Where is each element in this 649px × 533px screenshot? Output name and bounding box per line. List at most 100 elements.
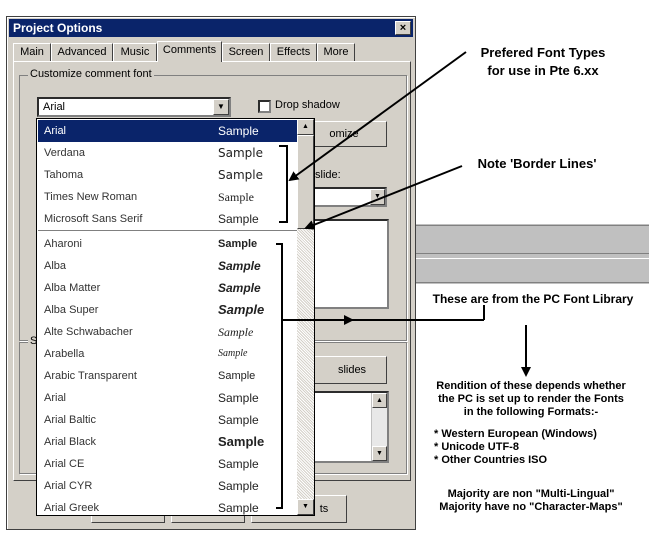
font-name: Alba xyxy=(44,260,67,272)
font-list-item[interactable]: Alba Matter Sample xyxy=(38,277,297,299)
annotation-text: Rendition of these depends whether xyxy=(436,380,626,392)
font-list-item[interactable]: Aharoni Sample xyxy=(38,233,297,255)
desktop-line xyxy=(416,282,649,283)
annotation-text: Prefered Font Types xyxy=(480,45,606,60)
lower-text-box[interactable]: ▲ ▼ xyxy=(307,391,389,463)
font-sample: Sample xyxy=(218,238,258,250)
font-list-item[interactable]: Arabella Sample xyxy=(38,343,297,365)
tab-music[interactable]: Music xyxy=(113,43,157,61)
annotation-formats: * Western European (Windows) * Unicode U… xyxy=(434,428,634,467)
font-sample: Sample xyxy=(218,479,259,493)
font-sample: Sample xyxy=(218,302,265,317)
font-sample: Sample xyxy=(218,434,265,449)
font-sample: Sample xyxy=(218,370,256,382)
font-sample: Sample xyxy=(218,391,259,405)
tab-more[interactable]: More xyxy=(317,43,355,61)
font-list-item[interactable]: Microsoft Sans Serif Sample xyxy=(38,208,297,230)
font-name: Arial xyxy=(44,392,67,404)
font-list-item[interactable]: Tahoma Sample xyxy=(38,164,297,186)
font-list-item[interactable]: Arial CYR Sample xyxy=(38,475,297,497)
font-sample: Sample xyxy=(218,124,259,138)
annotation-majority: Majority are non "Multi-Lingual" Majorit… xyxy=(420,488,642,514)
font-list-item[interactable]: Verdana Sample xyxy=(38,142,297,164)
tab-main[interactable]: Main xyxy=(13,43,51,61)
font-list-item[interactable]: Alba Super Sample xyxy=(38,299,297,321)
font-list-item[interactable]: Alba Sample xyxy=(38,255,297,277)
chevron-up-icon[interactable]: ▲ xyxy=(372,393,387,408)
chevron-down-icon[interactable]: ▼ xyxy=(297,499,314,515)
font-list-item[interactable]: Arial Sample xyxy=(38,387,297,409)
font-list-item[interactable]: Arial Sample xyxy=(38,120,297,142)
annotation-text: * Unicode UTF-8 xyxy=(434,441,519,453)
tab-advanced[interactable]: Advanced xyxy=(51,43,113,61)
font-name: Aharoni xyxy=(44,238,82,250)
font-list-item[interactable]: Arial CE Sample xyxy=(38,453,297,475)
font-sample: Sample xyxy=(218,168,263,182)
chevron-down-icon[interactable]: ▼ xyxy=(372,446,387,461)
annotation-text: Majority are non "Multi-Lingual" xyxy=(447,488,615,500)
font-name: Arial Black xyxy=(44,436,96,448)
scrollbar[interactable]: ▲ ▼ xyxy=(371,393,387,461)
font-name: Arial CE xyxy=(44,458,85,470)
preview-box xyxy=(307,219,389,309)
font-sample: Sample xyxy=(218,281,261,295)
font-dropdown-list[interactable]: ▲ ▼ Arial Sample Verdana Sample Tahoma Sample… xyxy=(36,118,315,516)
scroll-thumb[interactable] xyxy=(297,135,314,229)
font-name: Times New Roman xyxy=(44,191,138,203)
font-sample: Sample xyxy=(218,348,248,359)
chevron-down-icon[interactable]: ▼ xyxy=(370,189,385,205)
font-name: Arial CYR xyxy=(44,480,93,492)
font-name: Arial xyxy=(44,125,67,137)
annotation-text: in the following Formats:- xyxy=(463,406,599,418)
font-name: Arabic Transparent xyxy=(44,370,137,382)
font-list-item[interactable]: Alte Schwabacher Sample xyxy=(38,321,297,343)
chevron-down-icon[interactable]: ▼ xyxy=(213,99,229,115)
font-name: Alte Schwabacher xyxy=(44,326,133,338)
font-list-item[interactable]: Arabic Transparent Sample xyxy=(38,365,297,387)
font-sample: Sample xyxy=(218,212,259,226)
tab-comments[interactable]: Comments xyxy=(157,41,222,62)
tab-effects[interactable]: Effects xyxy=(270,43,317,61)
chevron-up-icon[interactable]: ▲ xyxy=(297,119,314,135)
font-sample: Sample xyxy=(218,413,259,427)
tab-screen[interactable]: Screen xyxy=(222,43,270,61)
dropdown-scrollbar[interactable]: ▲ ▼ xyxy=(297,119,314,515)
close-button[interactable]: × xyxy=(395,21,411,35)
customize-button-label: omize xyxy=(329,128,359,140)
font-sample: Sample xyxy=(218,501,259,515)
annotation-border-lines: Note 'Border Lines' xyxy=(477,156,597,171)
font-combo-value: Arial xyxy=(43,101,66,113)
slides-button-label: slides xyxy=(337,364,367,376)
slide-label: slide: xyxy=(315,169,341,181)
font-sample: Sample xyxy=(218,190,254,204)
desktop-background xyxy=(416,224,649,284)
font-name: Alba Super xyxy=(44,304,99,316)
annotation-text: for use in Pte 6.xx xyxy=(487,63,599,78)
annotation-preferred: Prefered Font Types for use in Pte 6.xx xyxy=(448,44,638,80)
font-name: Verdana xyxy=(44,147,85,159)
font-list-item[interactable]: Times New Roman Sample xyxy=(38,186,297,208)
annotation-pc-library: These are from the PC Font Library xyxy=(432,292,634,306)
font-list-item[interactable]: Arial Baltic Sample xyxy=(38,409,297,431)
title-bar: Project Options × xyxy=(9,19,413,37)
desktop-line xyxy=(416,258,649,259)
font-sample: Sample xyxy=(218,146,263,160)
font-name: Arabella xyxy=(44,348,85,360)
desktop-line xyxy=(416,225,649,226)
font-list-item[interactable]: Arial Black Sample xyxy=(38,431,297,453)
annotation-text: * Other Countries ISO xyxy=(434,454,548,466)
annotation-text: Majority have no "Character-Maps" xyxy=(439,501,623,513)
window-title: Project Options xyxy=(13,21,103,35)
font-sample: Sample xyxy=(218,325,254,339)
font-name: Tahoma xyxy=(44,169,84,181)
font-name: Arial Greek xyxy=(44,502,100,514)
bottom-button-3-label: ts xyxy=(319,503,329,515)
drop-shadow-label: Drop shadow xyxy=(275,99,340,111)
drop-shadow-checkbox[interactable] xyxy=(258,100,271,113)
font-combo[interactable]: Arial ▼ xyxy=(37,97,231,117)
list-border-line xyxy=(38,231,297,232)
desktop-line xyxy=(416,253,649,254)
font-name: Alba Matter xyxy=(44,282,101,294)
group-label: Customize comment font xyxy=(28,68,154,80)
font-list-item[interactable]: Arial Greek Sample xyxy=(38,497,297,515)
